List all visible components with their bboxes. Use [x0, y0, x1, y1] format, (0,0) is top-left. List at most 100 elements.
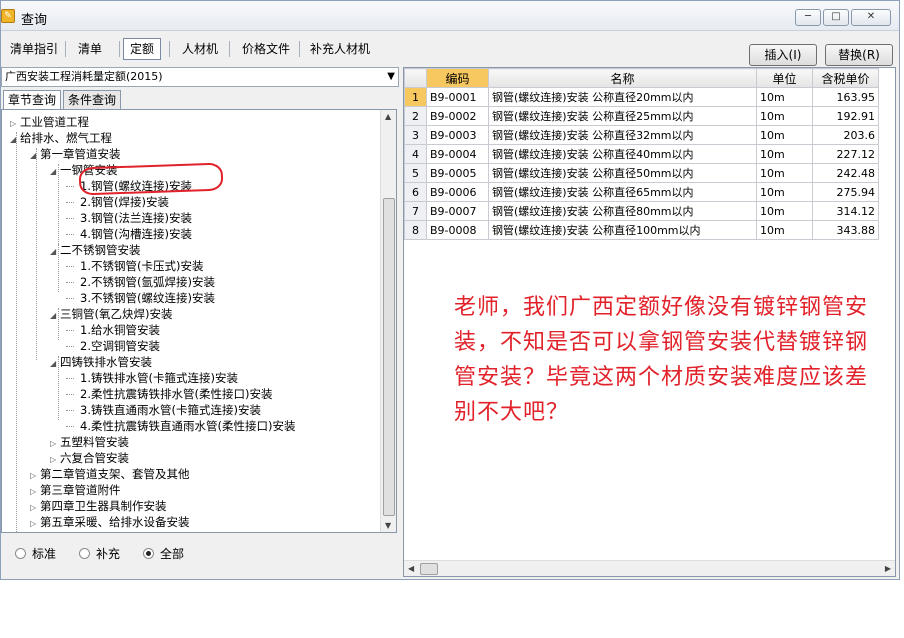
unit-cell: 10m	[756, 163, 813, 183]
table-row[interactable]: 8 B9-0008 钢管(螺纹连接)安装 公称直径100mm以内 10m 343.88	[404, 220, 879, 240]
column-header-rownum	[404, 68, 427, 88]
tree-guide-line	[58, 356, 59, 420]
tree-item-label: 第四章卫生器具制作安装	[40, 499, 167, 513]
tree-leaf-item[interactable]: 2.不锈钢管(氩弧焊接)安装	[74, 274, 215, 290]
tree-connector	[66, 186, 74, 187]
column-header-unit[interactable]: 单位	[756, 68, 813, 88]
tree-node[interactable]: ◢ 第一章管道安装	[30, 146, 121, 162]
radio-label: 全部	[160, 547, 185, 561]
radio-standard[interactable]: 标准	[15, 545, 56, 562]
tab-price-file[interactable]: 价格文件	[235, 38, 297, 60]
tab-divider	[169, 41, 170, 57]
tree-leaf-item[interactable]: 3.钢管(法兰连接)安装	[74, 210, 192, 226]
tree-node[interactable]: ▷ 第二章管道支架、套管及其他	[30, 466, 190, 482]
name-cell: 钢管(螺纹连接)安装 公称直径80mm以内	[488, 201, 757, 221]
tree-leaf-item[interactable]: 4.钢管(沟槽连接)安装	[74, 226, 192, 242]
table-row[interactable]: 2 B9-0002 钢管(螺纹连接)安装 公称直径25mm以内 10m 192.91	[404, 106, 879, 126]
tab-labor-material-machine[interactable]: 人材机	[175, 38, 225, 60]
tree-node[interactable]: ◢ 四铸铁排水管安装	[50, 354, 152, 370]
radio-dot	[143, 548, 154, 559]
tree-item-label: 三铜管(氧乙炔焊)安装	[60, 307, 173, 321]
column-header-name[interactable]: 名称	[488, 68, 757, 88]
close-button[interactable]: ✕	[851, 9, 891, 26]
scroll-thumb[interactable]	[383, 198, 395, 516]
tree-connector	[66, 202, 74, 203]
radio-dot	[79, 548, 90, 559]
tree-leaf-item[interactable]: 3.铸铁直通雨水管(卡箍式连接)安装	[74, 402, 261, 418]
insert-button[interactable]: 插入(I)	[749, 44, 817, 66]
scroll-thumb[interactable]	[420, 563, 438, 575]
row-number-cell: 3	[404, 125, 427, 145]
tree-node[interactable]: ▷ 第五章采暖、给排水设备安装	[30, 514, 190, 530]
tree-item-label: 给排水、燃气工程	[20, 131, 112, 145]
scroll-down-icon[interactable]: ▼	[385, 521, 391, 530]
grid-horizontal-scrollbar[interactable]: ◀ ▶	[404, 560, 895, 576]
tab-bill-guide[interactable]: 清单指引	[3, 38, 65, 60]
tab-bill[interactable]: 清单	[71, 38, 109, 60]
tree-node[interactable]: ▷ 第三章管道附件	[30, 482, 121, 498]
tab-condition-search[interactable]: 条件查询	[63, 90, 122, 110]
radio-all[interactable]: 全部	[143, 545, 184, 562]
tree-leaf-item[interactable]: 1.铸铁排水管(卡箍式连接)安装	[74, 370, 238, 386]
tree-node[interactable]: ◢ 给排水、燃气工程	[10, 130, 112, 146]
quota-library-value: 广西安装工程消耗量定额(2015)	[5, 70, 163, 83]
tree-leaf-item[interactable]: 2.空调铜管安装	[74, 338, 160, 354]
tab-supplementary-material[interactable]: 补充人材机	[303, 38, 377, 60]
table-row[interactable]: 5 B9-0005 钢管(螺纹连接)安装 公称直径50mm以内 10m 242.48	[404, 163, 879, 183]
quota-library-select[interactable]: 广西安装工程消耗量定额(2015) ▼	[1, 67, 399, 87]
tree-node[interactable]: ▷ 六复合管安装	[50, 450, 129, 466]
tree-leaf-item[interactable]: 2.柔性抗震铸铁排水管(柔性接口)安装	[74, 386, 272, 402]
radio-supplementary[interactable]: 补充	[79, 545, 120, 562]
name-cell: 钢管(螺纹连接)安装 公称直径40mm以内	[488, 144, 757, 164]
scroll-left-icon[interactable]: ◀	[408, 564, 414, 573]
tree-item-label: 第二章管道支架、套管及其他	[40, 467, 190, 481]
minimize-button[interactable]: ─	[795, 9, 821, 26]
tab-quota[interactable]: 定额	[123, 38, 162, 60]
scroll-up-icon[interactable]: ▲	[385, 112, 391, 121]
collapse-icon[interactable]: ◢	[30, 148, 40, 164]
tab-divider	[299, 41, 300, 57]
tab-divider	[65, 41, 66, 57]
expand-icon[interactable]: ▷	[30, 532, 40, 533]
name-cell: 钢管(螺纹连接)安装 公称直径25mm以内	[488, 106, 757, 126]
tree-vertical-scrollbar[interactable]: ▲ ▼	[380, 110, 396, 532]
tree-node[interactable]: ▷ 工业管道工程	[10, 114, 89, 130]
tree-leaf-item[interactable]: 3.不锈钢管(螺纹连接)安装	[74, 290, 215, 306]
scroll-right-icon[interactable]: ▶	[885, 564, 891, 573]
replace-button[interactable]: 替换(R)	[825, 44, 893, 66]
tree-node[interactable]: ◢ 二不锈钢管安装	[50, 242, 141, 258]
maximize-button[interactable]: □	[823, 9, 849, 26]
table-row[interactable]: 6 B9-0006 钢管(螺纹连接)安装 公称直径65mm以内 10m 275.94	[404, 182, 879, 202]
table-row[interactable]: 4 B9-0004 钢管(螺纹连接)安装 公称直径40mm以内 10m 227.12	[404, 144, 879, 164]
collapse-icon[interactable]: ◢	[10, 132, 20, 148]
tree-leaf-item[interactable]: 1.不锈钢管(卡压式)安装	[74, 258, 203, 274]
table-row[interactable]: 7 B9-0007 钢管(螺纹连接)安装 公称直径80mm以内 10m 314.12	[404, 201, 879, 221]
tree-connector	[66, 410, 74, 411]
name-cell: 钢管(螺纹连接)安装 公称直径100mm以内	[488, 220, 757, 240]
tree-leaf-item[interactable]: 4.柔性抗震铸铁直通雨水管(柔性接口)安装	[74, 418, 295, 434]
tree-leaf-item[interactable]: 1.给水铜管安装	[74, 322, 160, 338]
row-number-cell: 7	[404, 201, 427, 221]
column-header-price[interactable]: 含税单价	[812, 68, 879, 88]
tree-item-label: 第三章管道附件	[40, 483, 121, 497]
tree-leaf-item[interactable]: 2.钢管(焊接)安装	[74, 194, 169, 210]
tree-item-label: 工业管道工程	[20, 115, 89, 129]
tree-item-label: 3.铸铁直通雨水管(卡箍式连接)安装	[80, 403, 261, 417]
column-header-code[interactable]: 编码	[426, 68, 489, 88]
tab-chapter-search[interactable]: 章节查询	[3, 90, 62, 110]
tree-item-label: 2.不锈钢管(氩弧焊接)安装	[80, 275, 215, 289]
row-number-cell: 5	[404, 163, 427, 183]
unit-cell: 10m	[756, 106, 813, 126]
unit-cell: 10m	[756, 87, 813, 107]
tree-item-label: 第一章管道安装	[40, 147, 121, 161]
row-number-cell: 8	[404, 220, 427, 240]
tree-node[interactable]: ▷第六章燃气管道及附件、器具安装	[30, 530, 213, 533]
tree-node[interactable]: ▷ 五塑料管安装	[50, 434, 129, 450]
row-number-cell: 6	[404, 182, 427, 202]
tree-node[interactable]: ▷ 第四章卫生器具制作安装	[30, 498, 167, 514]
table-row[interactable]: 1 B9-0001 钢管(螺纹连接)安装 公称直径20mm以内 10m 163.95	[404, 87, 879, 107]
tree-node[interactable]: ◢ 三铜管(氧乙炔焊)安装	[50, 306, 172, 322]
name-cell: 钢管(螺纹连接)安装 公称直径32mm以内	[488, 125, 757, 145]
unit-cell: 10m	[756, 125, 813, 145]
table-row[interactable]: 3 B9-0003 钢管(螺纹连接)安装 公称直径32mm以内 10m 203.6	[404, 125, 879, 145]
